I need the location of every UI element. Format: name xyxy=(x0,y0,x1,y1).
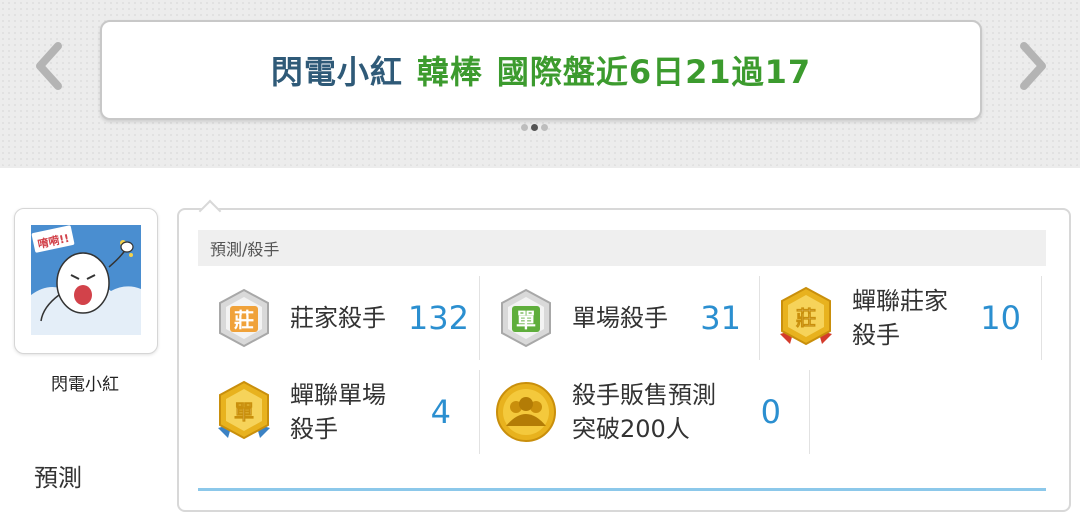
badge-count: 132 xyxy=(407,299,469,337)
badge-glyph: 莊 xyxy=(796,306,816,330)
badge-glyph: 單 xyxy=(516,308,536,332)
banner-scalloped-edge xyxy=(0,160,1080,172)
badge-label: 單場殺手 xyxy=(572,304,668,332)
badge-label: 蟬聯單場 殺手 xyxy=(290,378,420,446)
marquee-team: 韓棒 xyxy=(416,53,483,91)
badge-label-line1: 蟬聯單場 xyxy=(290,381,386,409)
badge-count: 31 xyxy=(700,299,741,337)
avatar: 唷嗬!! xyxy=(31,225,141,335)
dan-gold-ribbon-badge-icon: 單 xyxy=(218,380,270,440)
slide-dot[interactable] xyxy=(521,124,528,131)
zhuang-gold-ribbon-badge-icon: 莊 xyxy=(780,286,832,346)
badge-consecutive-single-killer[interactable]: 單 蟬聯單場 殺手 4 xyxy=(198,370,480,454)
badge-label-line2: 殺手 xyxy=(852,321,900,349)
badge-consecutive-zhuang-killer[interactable]: 莊 蟬聯莊家 殺手 10 xyxy=(760,276,1042,360)
badge-label: 莊家殺手 xyxy=(290,304,386,332)
badge-label-line1: 蟬聯莊家 xyxy=(852,287,948,315)
slide-indicator xyxy=(521,124,548,131)
badge-label: 殺手販售預測 突破200人 xyxy=(572,378,742,446)
avatar-card[interactable]: 唷嗬!! xyxy=(14,208,158,354)
chevron-right-icon xyxy=(1020,42,1046,90)
slide-dot-active[interactable] xyxy=(531,124,538,131)
badge-label-line2: 突破200人 xyxy=(572,415,690,443)
badge-zhuang-killer[interactable]: 莊 莊家殺手 132 xyxy=(198,276,480,360)
zhuang-silver-badge-icon: 莊 xyxy=(219,288,269,348)
dan-silver-badge-icon: 單 xyxy=(501,288,551,348)
badge-count: 0 xyxy=(760,393,781,431)
badge-label-line1: 殺手販售預測 xyxy=(572,381,716,409)
badge-glyph: 莊 xyxy=(234,308,254,332)
badge-label-line2: 殺手 xyxy=(290,415,338,443)
badge-glyph: 單 xyxy=(234,400,254,424)
marquee-name: 閃電小紅 xyxy=(270,53,403,91)
marquee-record: 國際盤近6日21過17 xyxy=(496,53,812,91)
marquee-box[interactable]: 閃電小紅 韓棒 國際盤近6日21過17 xyxy=(100,20,982,120)
badge-count: 10 xyxy=(980,299,1021,337)
badge-label: 蟬聯莊家 殺手 xyxy=(852,284,982,352)
badge-count: 4 xyxy=(430,393,451,431)
section-title: 預測/殺手 xyxy=(198,230,1046,266)
users-gold-coin-icon xyxy=(496,382,556,442)
badge-sales-200[interactable]: 殺手販售預測 突破200人 0 xyxy=(480,370,810,454)
prev-slide-button[interactable] xyxy=(28,40,68,92)
next-slide-button[interactable] xyxy=(1014,40,1054,92)
profile-name[interactable]: 閃電小紅 xyxy=(14,370,156,395)
slide-dot[interactable] xyxy=(541,124,548,131)
side-heading-predictions[interactable]: 預測 xyxy=(34,458,82,493)
badge-single-killer[interactable]: 單 單場殺手 31 xyxy=(480,276,760,360)
chevron-left-icon xyxy=(36,42,62,90)
